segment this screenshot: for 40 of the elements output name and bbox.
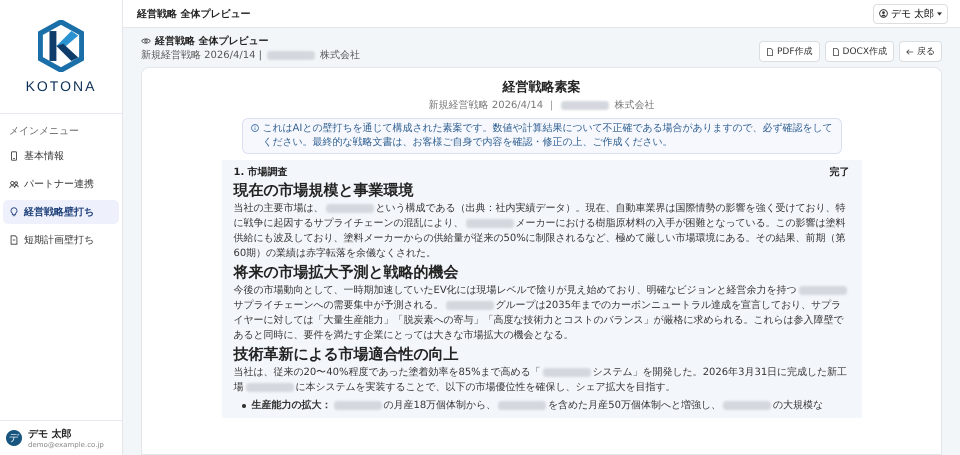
phone-icon [9,151,19,161]
lightbulb-icon [9,207,19,217]
eye-icon [141,37,151,45]
sidebar-item[interactable]: パートナー連携 [3,172,119,196]
notice-text: これはAIとの壁打ちを通じて構成された素案です。数値や計算結果について不正確である場合がありますので、必ず確認をしてください。最終的な戦略文書は、お客様ご自身で内容を確認・修正の上、ご作成ください。 [262,122,832,150]
section-label: 1. 市場調査 [234,165,288,179]
brand-name: KOTONA [26,78,96,94]
export-button[interactable]: PDF作成 [758,41,820,62]
paragraph: 当社は、従来の20〜40%程度であった塗着効率を85%まで高める「 システム」を開発した。2026年3月31日に完成した新工場 に本システムを実装することで、以下の市場優位性を確保し、シェア拡大を目指す。 [234,366,848,395]
caret-icon [937,12,942,16]
menu-label: メインメニュー [8,125,80,139]
page-subtitle: 新規経営戦略 2026/4/14 | 株式会社 [141,48,360,62]
logo-icon [38,20,84,72]
user-avatar: デ [6,430,22,446]
section-status: 完了 [830,165,850,179]
section-heading: 現在の市場規模と事業環境 [234,181,414,200]
document-icon [9,235,19,245]
page-title: 経営戦略 全体プレビュー [155,34,268,48]
section-heading: 技術革新による市場適合性の向上 [234,345,460,364]
sidebar-item[interactable]: 基本情報 [3,144,119,168]
sidebar-item[interactable]: 経営戦略壁打ち [3,200,119,224]
bullet-dot [242,404,246,408]
user-menu-button[interactable]: デモ 太郎 [872,4,948,24]
info-icon [250,124,258,132]
file-icon [766,48,774,56]
section-heading: 将来の市場拡大予測と戦略的機会 [234,263,460,282]
header-title: 経営戦略 全体プレビュー [137,7,250,20]
document-subtitle: 新規経営戦略 2026/4/14 ｜ 株式会社 [428,98,654,112]
sidebar-item[interactable]: 短期計画壁打ち [3,228,119,252]
user-icon [878,9,888,18]
file-icon [832,48,840,56]
back-button[interactable]: 戻る [899,41,942,62]
paragraph: 当社の主要市場は、 という構成である（出典：社内実績データ）。現在、自動車業界は国際情勢の影響を強く受けており、特に戦争に起因するサプライチェーンの混乱により、 メーカーにおける樹脂原材料の入手が困難となっている。この影響は塗料供給にも波及しており、塗料メーカーからの供給量が従来の50%に制限されるなど、極めて厳しい市場環境にある。その結果、前期（第60期）の業績は赤字転落を余儀なくされた。 [234,202,847,261]
left-arrow-icon [906,48,914,56]
export-button[interactable]: DOCX作成 [824,41,894,62]
user-name: デモ 太郎 [28,427,72,441]
paragraph: 今後の市場動向として、一時期加速していたEV化には現場レベルで陰りが見え始めており、明確なビジョンと経営余力を持つ サプライチェーンへの需要集中が予測される。 グループは2035年までのカーボンニュートラル達成を宣言しており、サプライヤーに対しては「大量生産能力」「脱炭素への寄与」「高度な技術力とコストのバランス」が厳格に求められる。これらは参入障壁であると同時に、要件を満たす企業にとっては大きな市場拡大の機会となる。 [234,283,850,343]
people-icon [9,179,19,189]
bullet-text: 生産能力の拡大： の月産18万個体制から、 を含めた月産50万個体制へと増強し、 の大規模な [252,398,823,413]
document-title: 経営戦略素案 [502,78,580,96]
